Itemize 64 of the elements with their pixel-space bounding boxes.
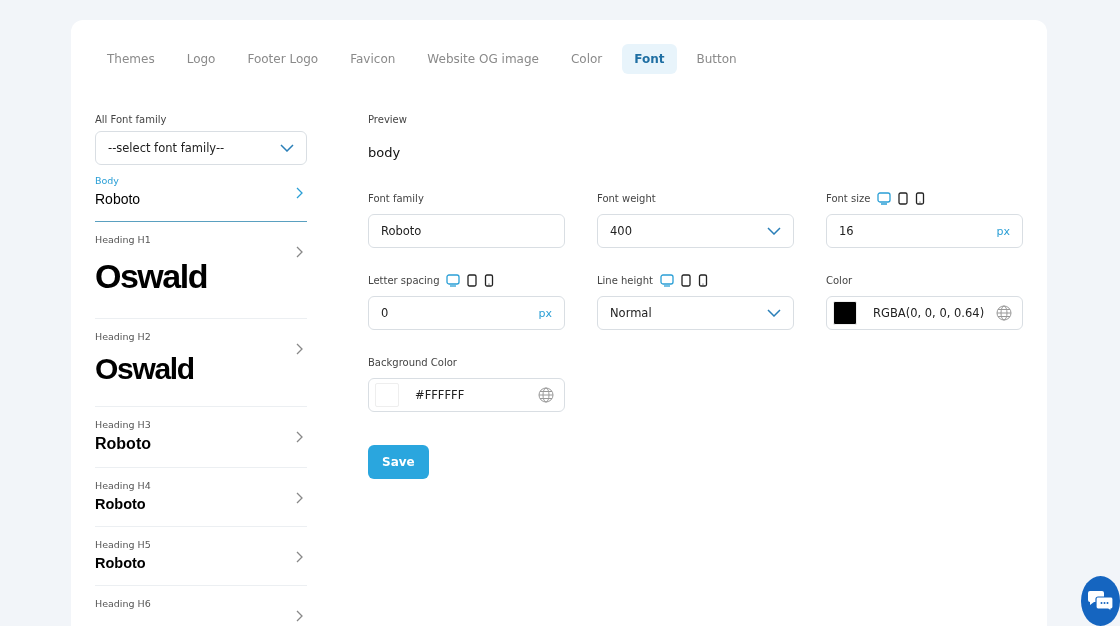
font-list-item[interactable]: Heading H3 Roboto [95,407,307,468]
phone-icon[interactable] [484,273,495,287]
desktop-icon[interactable] [446,273,461,287]
field-label: Font size [826,192,871,204]
chevron-down-icon [767,309,781,317]
unit-label: px [538,306,552,320]
chevron-right-icon [296,551,303,563]
field-label: Color [826,274,853,286]
font-list-item[interactable]: Heading H2 Oswald [95,319,307,407]
field-label: Background Color [368,356,457,368]
field-label: Letter spacing [368,274,440,286]
field-label: Line height [597,274,653,286]
desktop-icon[interactable] [877,191,892,205]
chat-button[interactable] [1081,576,1120,626]
tablet-icon[interactable] [680,273,691,287]
text-field[interactable]: Roboto [368,214,565,248]
font-name: Roboto [95,435,151,453]
color-field[interactable]: #FFFFFF [368,378,565,412]
tablet-icon[interactable] [898,191,909,205]
globe-icon [996,305,1012,321]
font-name: Oswald [95,257,207,296]
chevron-right-icon [296,492,303,504]
phone-icon[interactable] [915,191,926,205]
font-list-item[interactable]: Heading H4 Roboto [95,468,307,527]
preview-text: body [368,145,402,160]
globe-icon [538,387,554,403]
tab[interactable]: Website OG image [415,44,551,74]
font-family-select[interactable]: --select font family-- [95,131,307,165]
font-list-item[interactable]: Body Roboto [95,165,307,222]
color-field[interactable]: RGBA(0, 0, 0, 0.64) [826,296,1023,330]
tab[interactable]: Logo [174,44,228,74]
font-list-item[interactable]: Heading H6 [95,586,307,626]
font-name: Roboto [95,496,147,512]
tab[interactable]: Button [684,44,749,74]
field-label: Font family [368,192,424,204]
chevron-down-icon [280,144,294,152]
font-list-item[interactable]: Heading H1 Oswald [95,222,307,319]
unit-label: px [996,224,1010,238]
font-name: Roboto [95,555,147,571]
chat-bubbles-icon [1087,590,1114,612]
font-list-item[interactable]: Heading H5 Roboto [95,527,307,586]
chevron-right-icon [296,187,303,199]
chevron-right-icon [296,431,303,443]
field-label: All Font family [95,114,168,125]
tab[interactable]: Color [558,44,615,74]
tablet-icon[interactable] [467,273,478,287]
tab[interactable]: Font [622,44,677,74]
chevron-right-icon [296,246,303,258]
field-label: Font weight [597,192,656,204]
number-field[interactable]: 0 px [368,296,565,330]
font-name: Oswald [95,352,194,386]
chevron-down-icon [767,227,781,235]
select-field[interactable]: Normal [597,296,794,330]
tab[interactable]: Footer Logo [235,44,331,74]
chevron-right-icon [296,343,303,355]
font-name: Roboto [95,191,141,207]
select-field[interactable]: 400 [597,214,794,248]
desktop-icon[interactable] [659,273,674,287]
tab[interactable]: Favicon [338,44,408,74]
chevron-right-icon [296,610,303,622]
number-field[interactable]: 16 px [826,214,1023,248]
phone-icon[interactable] [697,273,708,287]
tab[interactable]: Themes [95,44,167,74]
preview-label: Preview [368,114,408,125]
